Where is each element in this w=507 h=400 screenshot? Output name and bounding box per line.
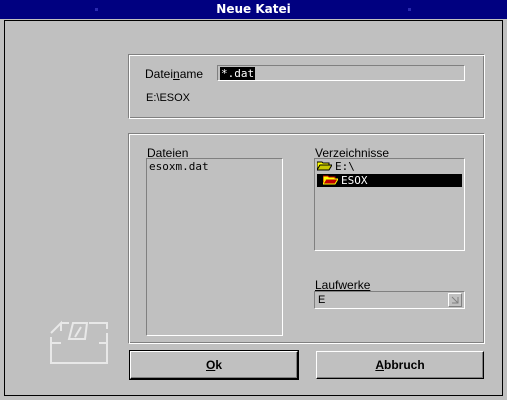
title-bar[interactable]: Neue Katei [0, 0, 507, 19]
dialog-client-area: Dateiname *.dat E:\ESOX Dateien esoxm.da… [4, 20, 503, 396]
dialog-window: Neue Katei Dateiname *.dat E:\ESOX Datei… [0, 0, 507, 400]
cancel-button[interactable]: Abbruch [316, 351, 484, 379]
drives-label: Laufwerke [315, 278, 371, 292]
filename-label: Dateiname [145, 67, 204, 81]
disk-graphic-icon [47, 319, 113, 371]
files-listbox[interactable]: esoxm.dat [146, 158, 283, 336]
current-path: E:\ESOX [146, 92, 191, 104]
open-folder-icon [322, 175, 339, 186]
list-item[interactable]: ESOX [317, 174, 462, 187]
list-item[interactable]: E:\ [316, 160, 355, 173]
directory-name: ESOX [341, 174, 368, 187]
window-title: Neue Katei [216, 2, 291, 16]
filename-input[interactable]: *.dat [217, 65, 465, 81]
file-name: esoxm.dat [149, 160, 209, 173]
directories-listbox[interactable]: E:\ ESOX [314, 158, 465, 251]
dropdown-arrow-icon[interactable] [448, 293, 462, 307]
open-folder-icon [316, 161, 333, 172]
filename-group [128, 54, 485, 119]
directory-name: E:\ [335, 160, 355, 173]
drives-dropdown[interactable]: E [314, 291, 465, 309]
title-bar-decoration [95, 8, 98, 11]
filename-input-value: *.dat [220, 67, 256, 80]
title-bar-decoration [408, 8, 411, 11]
list-item[interactable]: esoxm.dat [149, 160, 209, 173]
drives-selected-value: E [318, 294, 326, 306]
ok-button[interactable]: Ok [129, 350, 299, 380]
